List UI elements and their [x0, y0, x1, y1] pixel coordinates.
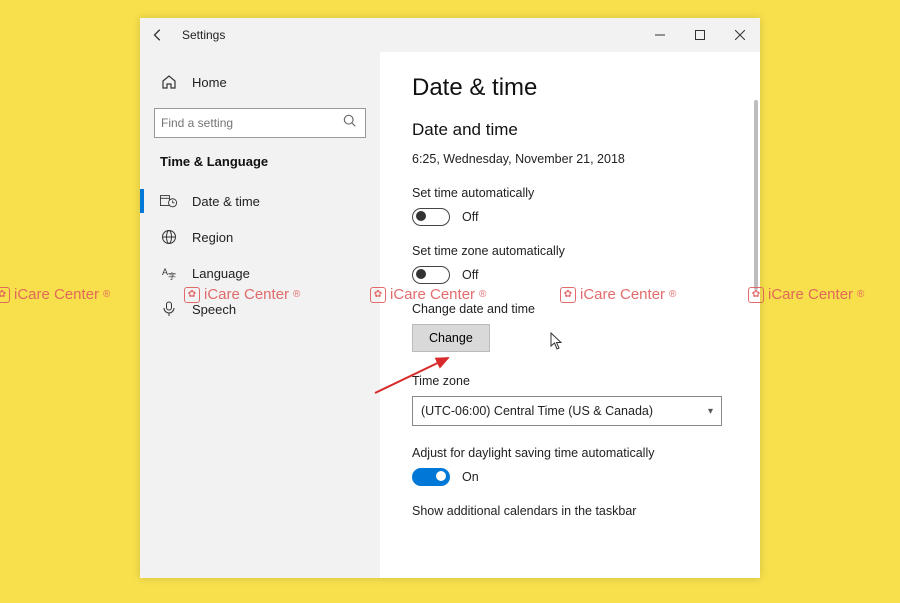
category-label: Time & Language	[160, 154, 360, 169]
close-button[interactable]	[720, 18, 760, 52]
arrow-left-icon	[151, 28, 165, 42]
watermark: ✿ iCare Center®	[748, 286, 864, 303]
search-icon	[343, 114, 359, 133]
timezone-value: (UTC-06:00) Central Time (US & Canada)	[421, 404, 653, 418]
nav-item-speech[interactable]: Speech	[154, 291, 366, 327]
current-datetime: 6:25, Wednesday, November 21, 2018	[412, 152, 722, 166]
maximize-icon	[695, 30, 705, 40]
search-input-wrapper[interactable]	[154, 108, 366, 138]
sidebar: Home Time & Language Date & time	[140, 52, 380, 578]
dst-label: Adjust for daylight saving time automati…	[412, 446, 722, 460]
language-icon: A字	[160, 265, 178, 281]
nav-item-date-time[interactable]: Date & time	[154, 183, 366, 219]
maximize-button[interactable]	[680, 18, 720, 52]
auto-tz-label: Set time zone automatically	[412, 244, 722, 258]
search-input[interactable]	[161, 116, 343, 130]
dst-toggle[interactable]	[412, 468, 450, 486]
nav-item-region[interactable]: Region	[154, 219, 366, 255]
home-icon	[160, 74, 178, 90]
auto-tz-toggle-row: Off	[412, 266, 722, 284]
settings-window: Settings Home	[140, 18, 760, 578]
scrollbar[interactable]	[754, 100, 758, 290]
dst-state: On	[462, 470, 479, 484]
change-label: Change date and time	[412, 302, 722, 316]
close-icon	[735, 30, 745, 40]
auto-time-state: Off	[462, 210, 478, 224]
microphone-icon	[160, 301, 178, 317]
minimize-icon	[655, 30, 665, 40]
nav-item-label: Date & time	[192, 194, 260, 209]
watermark-logo-icon: ✿	[0, 287, 10, 303]
nav-item-label: Speech	[192, 302, 236, 317]
auto-time-label: Set time automatically	[412, 186, 722, 200]
nav-item-label: Region	[192, 230, 233, 245]
change-button[interactable]: Change	[412, 324, 490, 352]
clock-calendar-icon	[160, 193, 178, 209]
auto-time-toggle[interactable]	[412, 208, 450, 226]
calendars-label: Show additional calendars in the taskbar	[412, 504, 722, 518]
auto-tz-state: Off	[462, 268, 478, 282]
globe-icon	[160, 229, 178, 245]
auto-time-toggle-row: Off	[412, 208, 722, 226]
section-title: Date and time	[412, 120, 722, 140]
back-button[interactable]	[140, 18, 176, 52]
timezone-label: Time zone	[412, 374, 722, 388]
auto-tz-toggle[interactable]	[412, 266, 450, 284]
watermark: ✿ iCare Center®	[0, 286, 110, 303]
title-bar: Settings	[140, 18, 760, 52]
content-pane: Date & time Date and time 6:25, Wednesda…	[380, 52, 760, 578]
nav-item-label: Language	[192, 266, 250, 281]
nav-item-language[interactable]: A字 Language	[154, 255, 366, 291]
timezone-dropdown[interactable]: (UTC-06:00) Central Time (US & Canada) ▾	[412, 396, 722, 426]
nav-home-label: Home	[192, 75, 227, 90]
svg-text:字: 字	[168, 271, 176, 281]
dst-toggle-row: On	[412, 468, 722, 486]
page-title: Date & time	[412, 74, 722, 102]
window-body: Home Time & Language Date & time	[140, 52, 760, 578]
app-title: Settings	[182, 28, 225, 42]
nav-home[interactable]: Home	[154, 66, 366, 98]
chevron-down-icon: ▾	[708, 406, 713, 417]
minimize-button[interactable]	[640, 18, 680, 52]
